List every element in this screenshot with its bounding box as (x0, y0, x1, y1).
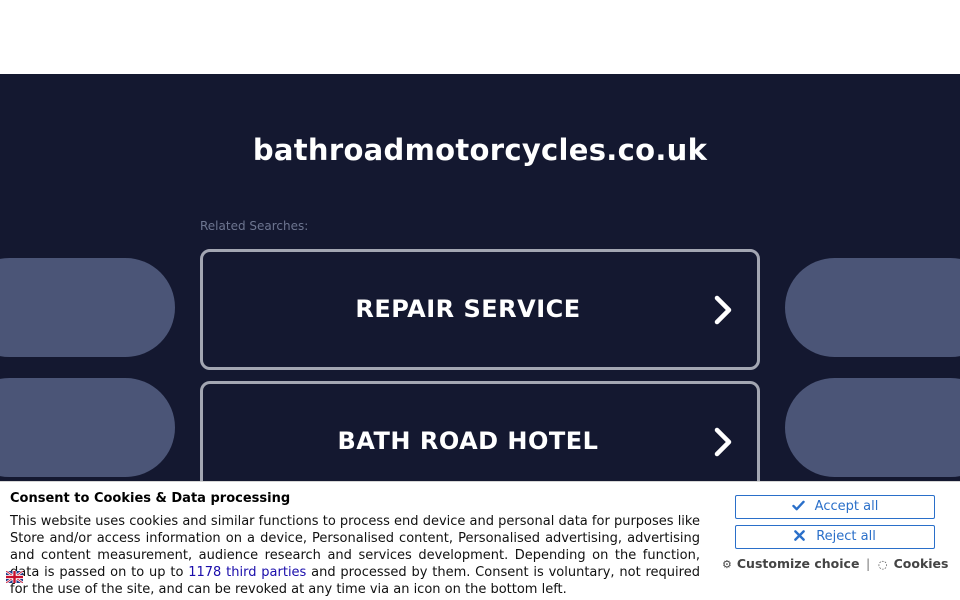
third-parties-link[interactable]: 1178 third parties (188, 565, 306, 580)
accept-all-label: Accept all (814, 499, 879, 514)
reject-all-label: Reject all (816, 529, 876, 544)
gear-icon: ⚙ (722, 558, 732, 571)
chevron-right-icon (714, 295, 732, 325)
x-icon (794, 530, 806, 541)
checkmark-icon (791, 500, 805, 511)
decorative-pill-left-1 (0, 258, 175, 357)
decorative-pill-right-2 (785, 378, 960, 477)
link-separator: | (866, 556, 871, 571)
cookies-link[interactable]: ◌ Cookies (878, 556, 948, 571)
decorative-pill-right-1 (785, 258, 960, 357)
domain-title: bathroadmotorcycles.co.uk (252, 133, 708, 167)
customize-choice-label: Customize choice (736, 556, 860, 571)
cookie-consent-banner: Consent to Cookies & Data processing Thi… (0, 481, 960, 600)
customize-choice-link[interactable]: ⚙ Customize choice (722, 556, 859, 571)
consent-title: Consent to Cookies & Data processing (10, 491, 291, 506)
chevron-right-icon (714, 427, 732, 457)
cookie-icon: ◌ (878, 558, 888, 571)
reject-all-button[interactable]: Reject all (735, 525, 935, 549)
top-blank-area (0, 0, 960, 74)
accept-all-button[interactable]: Accept all (735, 495, 935, 519)
cookies-label: Cookies (893, 556, 949, 571)
search-button-repair-service[interactable]: REPAIR SERVICE (200, 249, 760, 370)
uk-flag-icon[interactable] (6, 571, 23, 583)
consent-description: This website uses cookies and similar fu… (10, 513, 700, 598)
search-button-label: REPAIR SERVICE (355, 295, 581, 323)
related-searches-label: Related Searches: (200, 219, 309, 233)
decorative-pill-left-2 (0, 378, 175, 477)
